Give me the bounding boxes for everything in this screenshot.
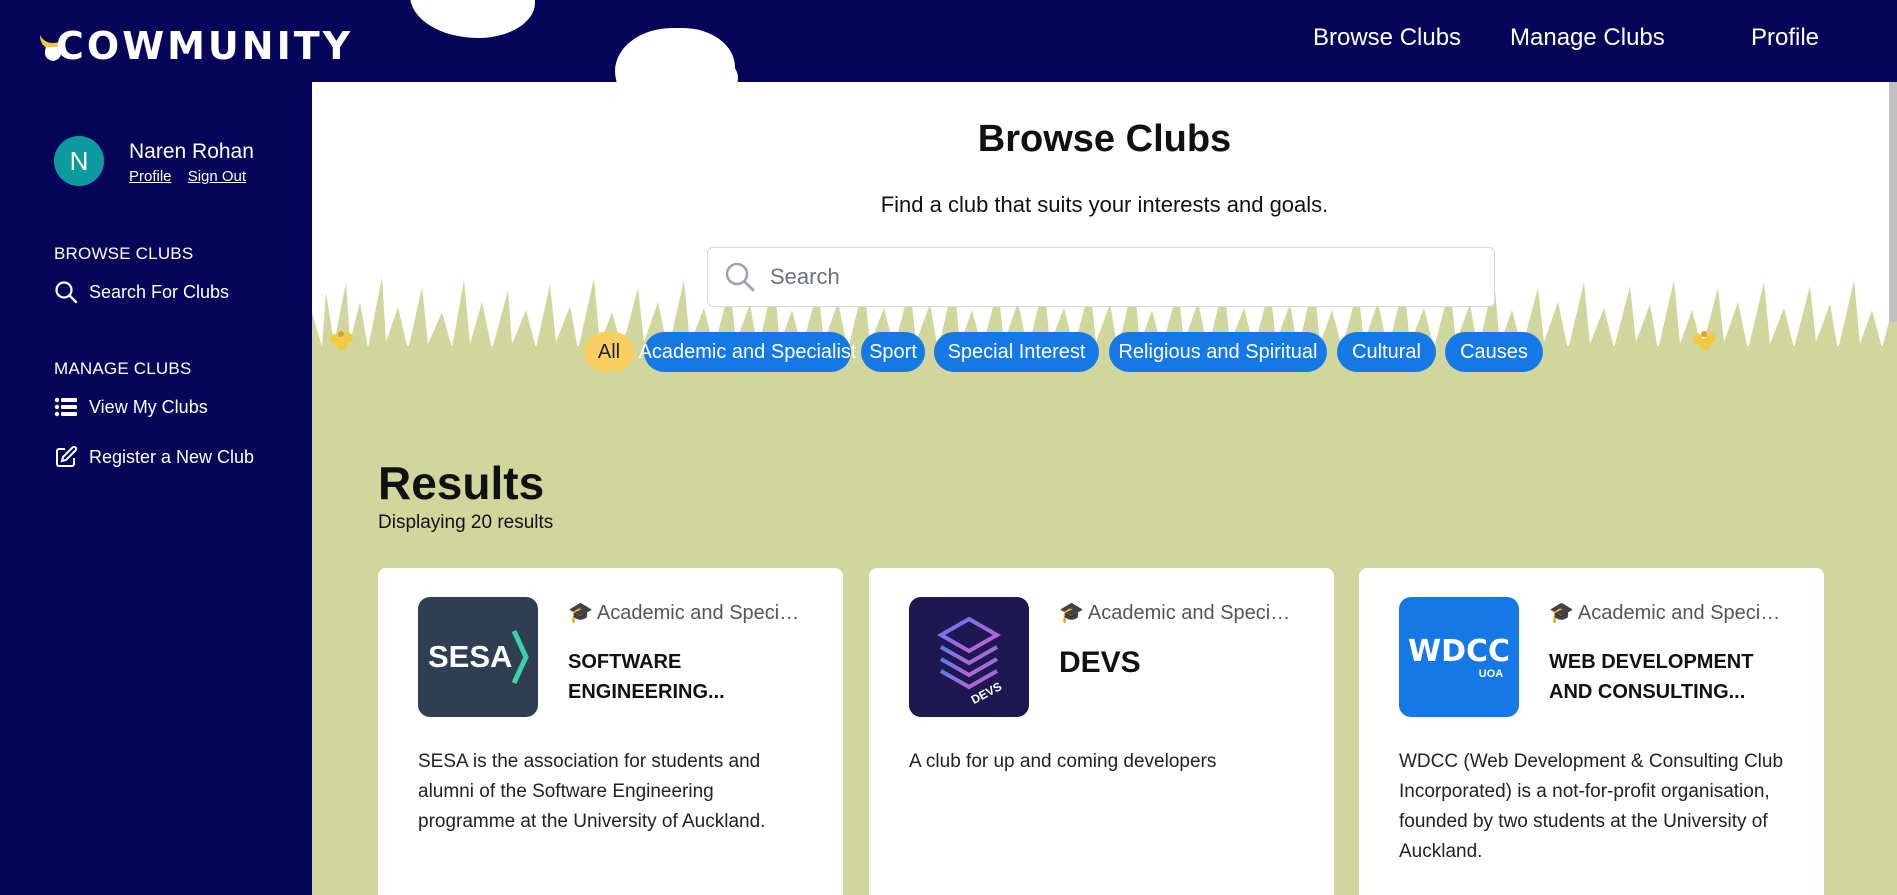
club-card[interactable]: WDCC UOA 🎓 Academic and Specialist WEB DE… — [1359, 568, 1824, 895]
sidebar-item-search-clubs[interactable]: Search For Clubs — [54, 280, 229, 304]
filter-chip-special-interest[interactable]: Special Interest — [934, 332, 1099, 372]
club-logo-sesa: SESA — [418, 597, 538, 717]
club-card[interactable]: DEVS 🎓 Academic and Specialist DEVS A clu… — [869, 568, 1334, 895]
user-links: Profile Sign Out — [129, 168, 258, 185]
sidebar: N Naren Rohan Profile Sign Out BROWSE CL… — [0, 82, 312, 895]
list-icon — [54, 395, 78, 419]
filter-chip-sport[interactable]: Sport — [861, 332, 925, 372]
sidebar-heading-manage: MANAGE CLUBS — [54, 359, 192, 378]
top-nav-links: Browse Clubs Manage Clubs Profile — [0, 24, 1897, 60]
filter-chip-causes[interactable]: Causes — [1445, 332, 1543, 372]
filter-chip-all[interactable]: All — [584, 332, 634, 372]
sidebar-heading-browse: BROWSE CLUBS — [54, 244, 194, 263]
filter-chip-academic[interactable]: Academic and Specialist — [639, 332, 856, 372]
profile-link[interactable]: Profile — [129, 168, 172, 185]
nav-manage-clubs[interactable]: Manage Clubs — [1510, 24, 1665, 52]
sidebar-item-label: Register a New Club — [89, 446, 255, 467]
club-description: WDCC (Web Development & Consulting Club … — [1399, 751, 1784, 862]
top-navbar: COWMUNITY Browse Clubs Manage Clubs Prof… — [0, 0, 1897, 82]
club-category: 🎓 Academic and Specialist — [1059, 602, 1299, 624]
search-icon — [724, 261, 756, 293]
nav-browse-clubs[interactable]: Browse Clubs — [1313, 24, 1461, 52]
club-category: 🎓 Academic and Specialist — [1549, 602, 1789, 624]
user-name: Naren Rohan — [129, 140, 254, 163]
main-content: Browse Clubs Find a club that suits your… — [312, 82, 1897, 895]
club-logo-devs: DEVS — [909, 597, 1029, 717]
logo-text: SESA — [428, 639, 512, 674]
search-bar — [707, 247, 1495, 307]
club-card[interactable]: SESA 🎓 Academic and Specialist SOFTWARE E… — [378, 568, 843, 895]
sidebar-item-label: Search For Clubs — [89, 281, 230, 302]
results-count: Displaying 20 results — [378, 512, 554, 533]
club-name: WEB DEVELOPMENT AND CONSULTING... — [1549, 651, 1754, 703]
club-name: SOFTWARE ENGINEERING... — [568, 651, 725, 703]
sidebar-item-view-my-clubs[interactable]: View My Clubs — [54, 395, 208, 419]
graduation-cap-icon: 🎓 — [568, 602, 593, 624]
club-category: 🎓 Academic and Specialist — [568, 602, 808, 624]
page-subtitle: Find a club that suits your interests an… — [880, 192, 1329, 217]
filter-chip-religious[interactable]: Religious and Spiritual — [1109, 332, 1327, 372]
club-description: SESA is the association for students and… — [418, 751, 766, 832]
club-logo-wdcc: WDCC UOA — [1399, 597, 1519, 717]
search-icon — [54, 280, 78, 304]
filter-chip-cultural[interactable]: Cultural — [1337, 332, 1436, 372]
sidebar-item-register-club[interactable]: Register a New Club — [54, 445, 254, 469]
avatar[interactable]: N — [54, 136, 104, 186]
edit-icon — [54, 445, 78, 469]
results-title: Results — [378, 457, 545, 509]
sign-out-link[interactable]: Sign Out — [188, 168, 246, 185]
sidebar-item-label: View My Clubs — [89, 396, 208, 417]
search-input[interactable] — [768, 263, 1472, 291]
club-name: DEVS — [1059, 646, 1141, 679]
graduation-cap-icon: 🎓 — [1549, 602, 1574, 624]
page-title: Browse Clubs — [977, 118, 1232, 160]
club-description: A club for up and coming developers — [909, 751, 1217, 772]
page-scrollbar[interactable] — [1889, 82, 1897, 322]
logo-text: WDCC — [1408, 634, 1510, 669]
graduation-cap-icon: 🎓 — [1059, 602, 1084, 624]
logo-subtext: UOA — [1479, 668, 1504, 680]
nav-profile[interactable]: Profile — [1751, 24, 1819, 52]
